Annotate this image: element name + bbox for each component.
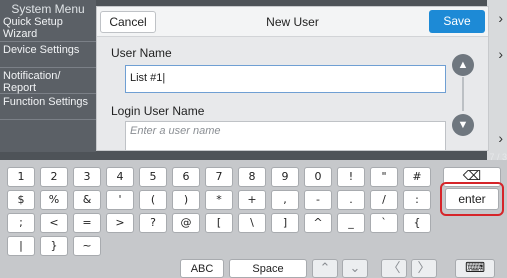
key[interactable]: = <box>73 213 101 233</box>
user-name-input[interactable]: List #1| <box>125 65 446 93</box>
chevron-up-icon[interactable]: ⌃ <box>312 259 338 278</box>
key[interactable]: ; <box>7 213 35 233</box>
key[interactable]: ^ <box>304 213 332 233</box>
key[interactable]: } <box>40 236 68 256</box>
login-user-name-input[interactable]: Enter a user name <box>125 121 446 150</box>
key[interactable]: ) <box>172 190 200 210</box>
key[interactable]: $ <box>7 190 35 210</box>
key[interactable]: . <box>337 190 365 210</box>
key[interactable]: > <box>106 213 134 233</box>
key[interactable]: 4 <box>106 167 134 187</box>
dialog-header: Cancel New User Save <box>97 7 488 37</box>
keyboard-icon[interactable]: ⌨ <box>455 259 495 278</box>
key[interactable]: 2 <box>40 167 68 187</box>
key[interactable]: \ <box>238 213 266 233</box>
key[interactable]: ( <box>139 190 167 210</box>
key[interactable]: 7 <box>205 167 233 187</box>
key[interactable]: & <box>73 190 101 210</box>
key[interactable]: ' <box>106 190 134 210</box>
key[interactable]: * <box>205 190 233 210</box>
key[interactable]: 8 <box>238 167 266 187</box>
chevron-right-icon[interactable]: › <box>498 46 503 62</box>
sidebar-item-device-settings[interactable]: Device Settings <box>0 42 96 68</box>
key[interactable]: ~ <box>73 236 101 256</box>
key[interactable]: [ <box>205 213 233 233</box>
user-name-label: User Name <box>111 46 172 60</box>
login-user-name-label: Login User Name <box>111 104 205 118</box>
key[interactable]: ` <box>370 213 398 233</box>
sidebar-item-function-settings[interactable]: Function Settings <box>0 94 96 120</box>
key[interactable]: 9 <box>271 167 299 187</box>
key[interactable]: 1 <box>7 167 35 187</box>
system-menu-sidebar: System Menu Quick Setup Wizard Device Se… <box>0 0 96 152</box>
space-button[interactable]: Space <box>229 259 307 278</box>
chevron-right-icon[interactable]: › <box>498 130 503 146</box>
key[interactable]: 5 <box>139 167 167 187</box>
key[interactable]: ! <box>337 167 365 187</box>
sidebar-item-quick-setup[interactable]: Quick Setup Wizard <box>0 14 96 42</box>
key[interactable]: / <box>370 190 398 210</box>
chevron-left-icon[interactable]: 〈 <box>381 259 407 278</box>
scroll-track[interactable] <box>462 77 464 111</box>
key[interactable]: | <box>7 236 35 256</box>
key[interactable]: 0 <box>304 167 332 187</box>
scroll-up-icon[interactable]: ▲ <box>452 54 474 76</box>
key[interactable]: @ <box>172 213 200 233</box>
save-button[interactable]: Save <box>429 10 485 33</box>
key[interactable]: { <box>403 213 431 233</box>
key[interactable]: + <box>238 190 266 210</box>
key[interactable]: % <box>40 190 68 210</box>
abc-button[interactable]: ABC <box>180 259 224 278</box>
key[interactable]: 3 <box>73 167 101 187</box>
key[interactable]: 6 <box>172 167 200 187</box>
sidebar-item-notification-report[interactable]: Notification/ Report <box>0 68 96 94</box>
key[interactable]: # <box>403 167 431 187</box>
scroll-down-icon[interactable]: ▼ <box>452 114 474 136</box>
chevron-right-icon[interactable]: 〉 <box>411 259 437 278</box>
key[interactable]: " <box>370 167 398 187</box>
new-user-dialog: Cancel New User Save User Name List #1| … <box>96 6 489 151</box>
key[interactable]: ? <box>139 213 167 233</box>
enter-button[interactable]: enter <box>445 188 499 210</box>
key[interactable]: < <box>40 213 68 233</box>
key[interactable]: - <box>304 190 332 210</box>
chevron-down-icon[interactable]: ⌄ <box>342 259 368 278</box>
key[interactable]: ] <box>271 213 299 233</box>
right-panel-background <box>487 0 507 160</box>
key[interactable]: , <box>271 190 299 210</box>
key[interactable]: _ <box>337 213 365 233</box>
chevron-right-icon[interactable]: › <box>498 10 503 26</box>
system-menu-title: System Menu <box>11 2 85 16</box>
user-name-value: List #1 <box>130 72 163 84</box>
key[interactable]: : <box>403 190 431 210</box>
